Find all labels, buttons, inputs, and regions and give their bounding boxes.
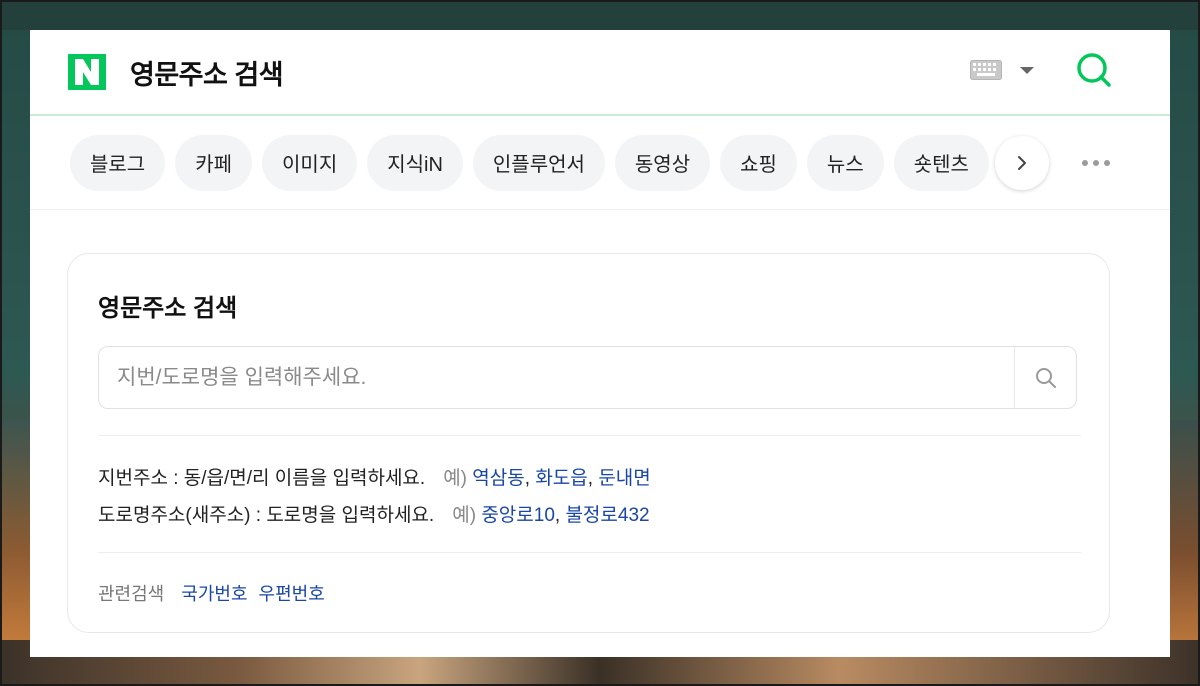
related-searches: 관련검색 국가번호 우편번호 <box>98 580 325 606</box>
search-icon[interactable] <box>1074 50 1114 90</box>
chevron-right-icon <box>1017 155 1026 170</box>
category-tabs: 블로그 카페 이미지 지식iN 인플루언서 동영상 쇼핑 뉴스 숏텐츠 <box>30 116 1170 210</box>
tabs-next-button[interactable] <box>994 135 1049 190</box>
road-address-label: 도로명주소(새주소) : 도로명을 입력하세요. <box>98 505 435 526</box>
example-link-hwado[interactable]: 화도읍 <box>535 468 587 489</box>
tab-cafe[interactable]: 카페 <box>175 134 253 191</box>
header-controls <box>970 50 1114 90</box>
address-search-button[interactable] <box>1014 347 1076 408</box>
divider <box>98 552 1081 553</box>
example-link-yeoksam[interactable]: 역삼동 <box>472 468 524 489</box>
example-link-dunnae[interactable]: 둔내면 <box>598 468 650 489</box>
tab-shopping[interactable]: 쇼핑 <box>720 134 797 191</box>
road-address-hint: 도로명주소(새주소) : 도로명을 입력하세요. 예) 중앙로10, 불정로432 <box>98 505 650 526</box>
related-link-country-code[interactable]: 국가번호 <box>181 584 247 604</box>
magnifier-icon <box>1035 367 1056 388</box>
tab-news[interactable]: 뉴스 <box>806 134 884 191</box>
example-link-jungang[interactable]: 중앙로10 <box>481 505 555 526</box>
card-title: 영문주소 검색 <box>98 295 238 322</box>
lot-example-prefix: 예) <box>443 468 468 489</box>
dropdown-caret-icon[interactable] <box>1020 66 1034 74</box>
example-link-buljeong[interactable]: 불정로432 <box>565 505 649 526</box>
page-title: 영문주소 검색 <box>130 59 284 90</box>
related-label: 관련검색 <box>98 584 165 604</box>
address-search-box <box>98 346 1077 409</box>
tab-shortents[interactable]: 숏텐츠 <box>893 134 989 191</box>
keyboard-icon[interactable] <box>970 60 1002 80</box>
tab-blog[interactable]: 블로그 <box>70 134 166 191</box>
background-left <box>0 420 30 640</box>
tab-influencer[interactable]: 인플루언서 <box>472 134 605 191</box>
address-search-input[interactable] <box>99 347 1014 408</box>
background-right <box>1170 420 1200 640</box>
divider <box>98 435 1081 436</box>
tab-image[interactable]: 이미지 <box>262 134 358 191</box>
address-search-card: 영문주소 검색 지번주소 : 동/읍/면/리 이름을 입력하세요.예) 역삼동,… <box>67 253 1110 633</box>
lot-address-hint: 지번주소 : 동/읍/면/리 이름을 입력하세요. 예) 역삼동, 화도읍, 둔내… <box>98 468 651 489</box>
naver-logo[interactable] <box>68 54 106 90</box>
background-top <box>0 0 1200 30</box>
lot-address-label: 지번주소 : 동/읍/면/리 이름을 입력하세요. <box>98 468 426 489</box>
road-example-prefix: 예) <box>452 505 477 526</box>
tab-kin[interactable]: 지식iN <box>367 134 463 191</box>
related-link-postal-code[interactable]: 우편번호 <box>259 584 325 604</box>
tab-video[interactable]: 동영상 <box>614 134 711 191</box>
search-window: 영문주소 검색 블로그 카페 이미지 지식iN 인플루언서 동영상 쇼핑 뉴스 … <box>30 30 1170 657</box>
more-options-icon[interactable] <box>1082 160 1115 166</box>
header: 영문주소 검색 <box>30 30 1170 116</box>
naver-n-icon <box>75 59 99 85</box>
